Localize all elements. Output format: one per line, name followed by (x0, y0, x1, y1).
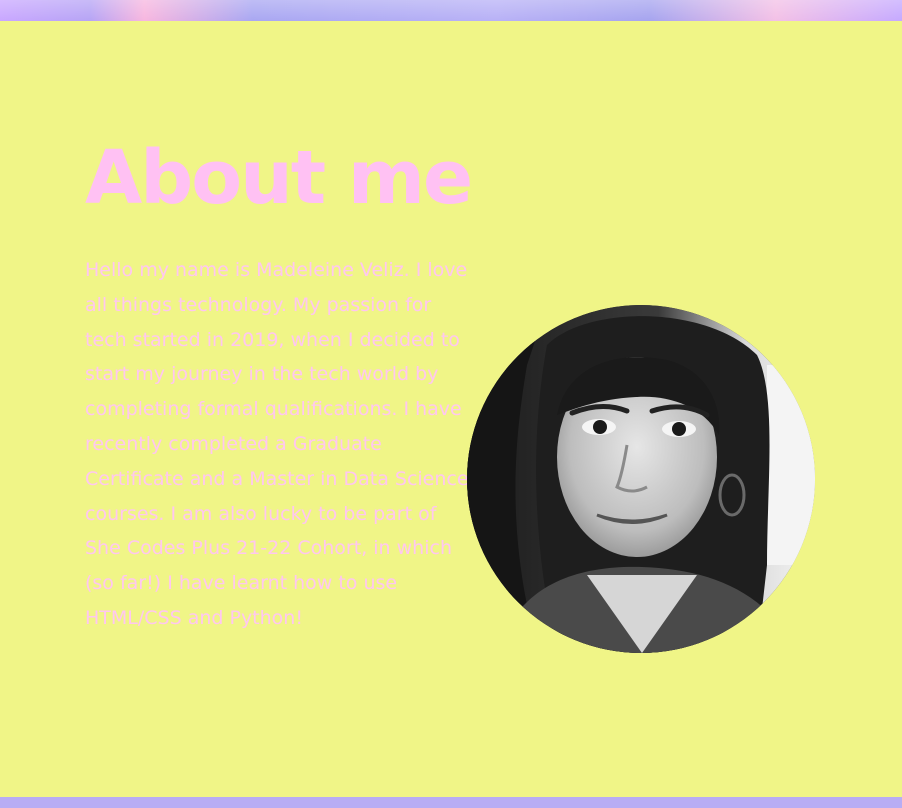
about-bio-text: Hello my name is Madeleine Veliz. I love… (85, 259, 469, 629)
page-title: About me (85, 135, 473, 221)
bottom-decorative-strip (0, 797, 902, 808)
profile-photo-illustration (467, 305, 815, 653)
top-decorative-strip (0, 0, 902, 21)
profile-photo (467, 305, 815, 653)
